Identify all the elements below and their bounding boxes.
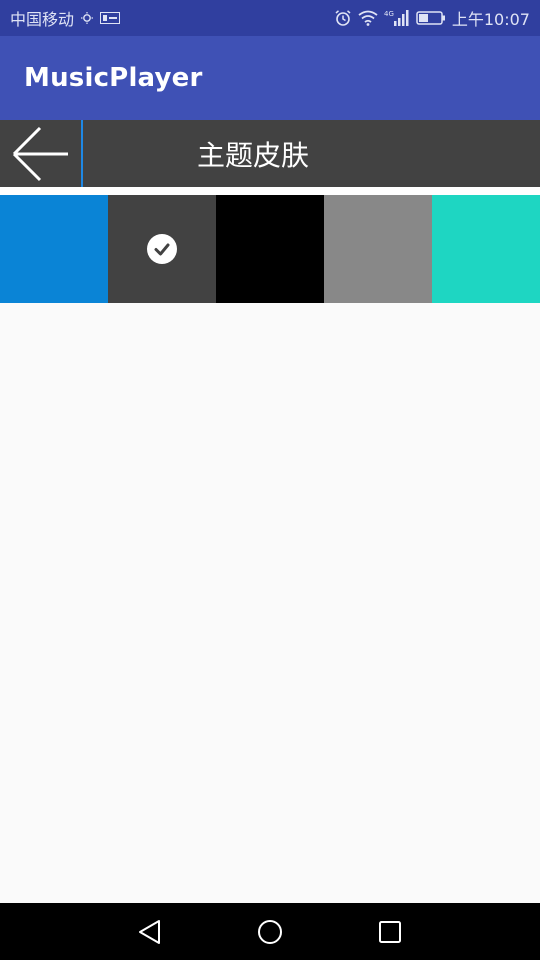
nav-recents-button[interactable] (373, 915, 407, 949)
app-title: MusicPlayer (24, 63, 203, 93)
svg-text:4G: 4G (384, 10, 394, 18)
swatch-blue[interactable] (0, 195, 108, 303)
page-title-label: 主题皮肤 (197, 138, 310, 172)
arrow-left-icon (12, 126, 68, 181)
theme-swatch-row (0, 195, 540, 303)
home-circle-icon (258, 919, 282, 944)
swatch-black[interactable] (216, 195, 324, 303)
carrier-label: 中国移动 (10, 10, 75, 29)
swatch-gray[interactable] (324, 195, 432, 303)
nav-back-button[interactable] (133, 915, 167, 949)
battery-icon (416, 10, 446, 26)
usb-debug-icon (100, 12, 121, 24)
back-button[interactable] (0, 120, 81, 187)
wifi-icon (358, 10, 378, 26)
status-bar: 中国移动 4G 上午10:07 (0, 0, 540, 36)
4g-signal-icon: 4G (384, 9, 410, 27)
notification-icon (80, 11, 94, 25)
selected-check-icon (147, 234, 177, 264)
swatch-dark-gray[interactable] (108, 195, 216, 303)
title-gap (0, 187, 540, 195)
alarm-icon (334, 9, 352, 27)
back-triangle-icon (139, 919, 160, 944)
screen: 中国移动 4G 上午10:07 MusicPlayer 主题皮肤 (0, 0, 540, 960)
title-bar: 主题皮肤 (0, 120, 540, 187)
status-left: 中国移动 (10, 6, 121, 30)
nav-bar (0, 903, 540, 960)
app-bar: MusicPlayer (0, 36, 540, 120)
page-title: 主题皮肤 (83, 120, 540, 187)
recents-square-icon (379, 920, 401, 943)
nav-home-button[interactable] (253, 915, 287, 949)
status-right: 4G 上午10:07 (334, 6, 530, 30)
status-time: 上午10:07 (451, 10, 530, 29)
swatch-teal[interactable] (432, 195, 540, 303)
